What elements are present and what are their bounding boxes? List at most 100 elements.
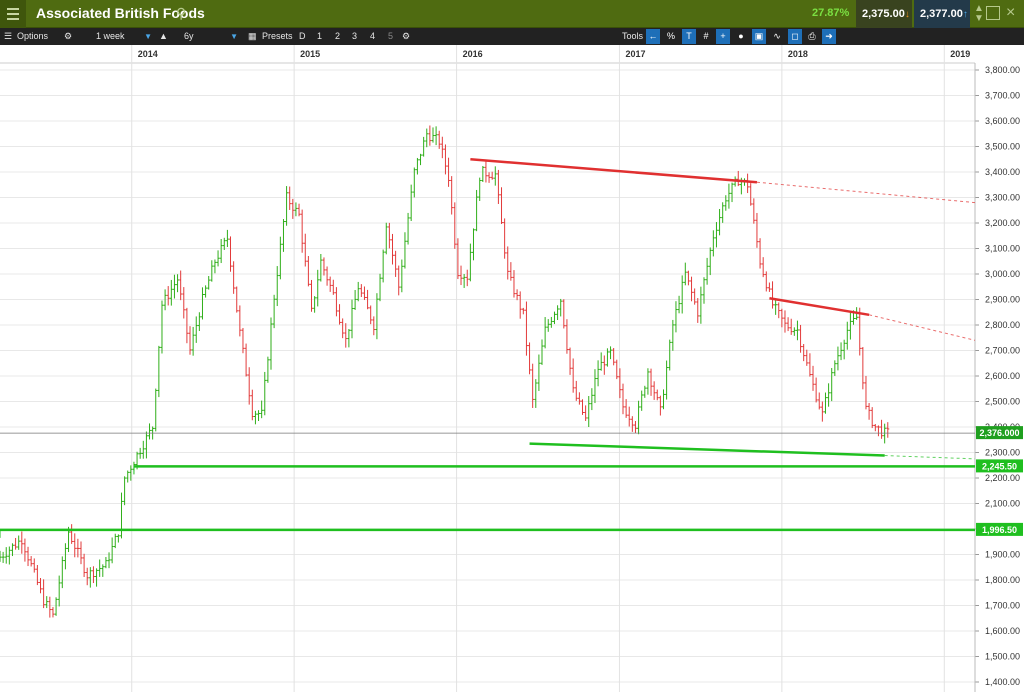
ohlc-bar-down [331,279,335,295]
ohlc-bar-up [160,300,164,354]
ohlc-bar-down [786,317,790,332]
ohlc-bar-down [811,365,815,391]
ohlc-bar-down [749,183,753,206]
ohlc-bar-up [191,326,195,356]
ohlc-bar-down [35,564,39,586]
ohlc-bar-up [141,440,145,459]
ohlc-bar-down [686,270,690,286]
ohlc-bar-up [88,567,92,588]
share-icon[interactable]: ➜ [822,29,836,44]
preset-4[interactable]: 4 [370,31,375,42]
ohlc-bar-up [534,379,538,408]
menu-icon[interactable] [0,0,26,28]
preset-2[interactable]: 2 [335,31,340,42]
ohlc-bar-up [677,295,681,314]
ohlc-bar-up [540,339,544,365]
ohlc-bar-up [313,296,317,313]
ask-price-button[interactable]: 2,377.00↑ [914,0,970,28]
preset-3[interactable]: 3 [352,31,357,42]
drop-icon[interactable]: ● [734,29,748,44]
ohlc-bar-up [668,339,672,371]
ohlc-bar-up [596,360,600,387]
grid-icon[interactable]: # [699,29,713,44]
y-tick-label: 1,900.00 [985,550,1020,560]
ohlc-bar-down [802,343,806,362]
ohlc-bar-up [475,189,479,232]
ohlc-bar-up [468,243,472,282]
preset-5[interactable]: 5 [388,31,393,42]
ohlc-bar-down [166,286,170,306]
y-tick-label: 3,100.00 [985,244,1020,254]
y-tick-label: 2,800.00 [985,320,1020,330]
zoom-icon[interactable]: ◻ [788,29,802,44]
ohlc-bar-up [63,543,67,570]
ohlc-bar-down [528,342,532,375]
ohlc-bar-down [325,266,329,286]
ohlc-bar-up [157,345,161,398]
price-chart-svg[interactable]: 3,800.00 3,700.00 3,600.00 3,500.00 3,400.00… [0,45,1024,692]
ohlc-bar-down [51,607,55,618]
chart-window: Associated British Foods ⚲ 27.87% 2,375.… [0,0,1024,692]
ohlc-bar-down [690,276,694,302]
ohlc-bar-up [640,390,644,411]
text-tool-icon[interactable]: T [682,29,696,44]
ohlc-bar-down [630,416,634,432]
ohlc-bar-up [556,305,560,321]
crosshair-icon[interactable]: + [716,29,730,44]
y-tick-label: 2,300.00 [985,448,1020,458]
ohlc-bar-down [26,546,30,567]
ohlc-bar-down [322,257,326,276]
ohlc-bar-up [774,299,778,315]
bid-price-button[interactable]: 2,375.00↓ [856,0,912,28]
calendar-icon[interactable]: ▦ [248,31,257,42]
ohlc-bar-up [260,400,264,419]
ohlc-bar-up [356,281,360,302]
y-tick-label: 2,500.00 [985,397,1020,407]
period-select[interactable]: 1 week ▼ [84,30,156,43]
ohlc-bar-down [500,187,504,224]
ohlc-bar-up [795,320,799,341]
fibonacci-icon[interactable]: ∿ [770,29,784,44]
ohlc-bar-up [253,410,257,425]
gear-icon[interactable]: ⚙ [64,31,72,42]
preset-1[interactable]: 1 [317,31,322,42]
expand-icon[interactable] [986,6,1000,20]
ohlc-bar-up [842,339,846,360]
ohlc-bar-down [232,261,236,294]
preset-d[interactable]: D [299,31,306,42]
ohlc-bar-up [718,208,722,236]
ohlc-bar-down [428,125,432,146]
lock-icon[interactable]: ▲ [159,31,168,42]
ohlc-bar-up [54,597,58,616]
ohlc-bar-up [711,230,715,257]
ohlc-bar-down [300,209,304,253]
ohlc-bar-down [390,233,394,265]
ohlc-bar-down [440,136,444,159]
ohlc-bar-up [95,568,99,587]
ohlc-bar-up [285,186,289,226]
ohlc-bar-up [110,537,114,564]
ohlc-bar-up [699,286,703,324]
search-icon[interactable]: ⚲ [176,5,186,22]
scroll-icon[interactable]: ▲ ▼ [972,4,986,24]
ohlc-bar-up [384,222,388,255]
range-value: 6y [184,31,194,41]
ohlc-bar-down [524,301,528,356]
range-select[interactable]: 6y ▼ [172,30,242,43]
settings-icon[interactable]: ⚙ [402,31,410,42]
back-arrow-icon[interactable]: ← [646,29,660,44]
ohlc-bar-up [17,535,21,550]
close-icon[interactable]: × [1006,4,1015,22]
options-button[interactable]: Options [17,31,48,42]
ohlc-bar-up [225,229,229,248]
options-icon[interactable]: ☰ [4,31,12,42]
ohlc-bar-up [116,534,120,543]
ohlc-bar-up [266,356,270,383]
print-icon[interactable]: ⎙ [805,29,819,44]
ohlc-bar-down [602,355,606,375]
price-chart[interactable]: 3,800.00 3,700.00 3,600.00 3,500.00 3,400.00… [0,45,1024,692]
layers-icon[interactable]: ▣ [752,29,766,44]
percent-icon[interactable]: % [664,29,678,44]
ohlc-bar-up [462,273,466,288]
bid-price: 2,375.00 [862,8,905,20]
